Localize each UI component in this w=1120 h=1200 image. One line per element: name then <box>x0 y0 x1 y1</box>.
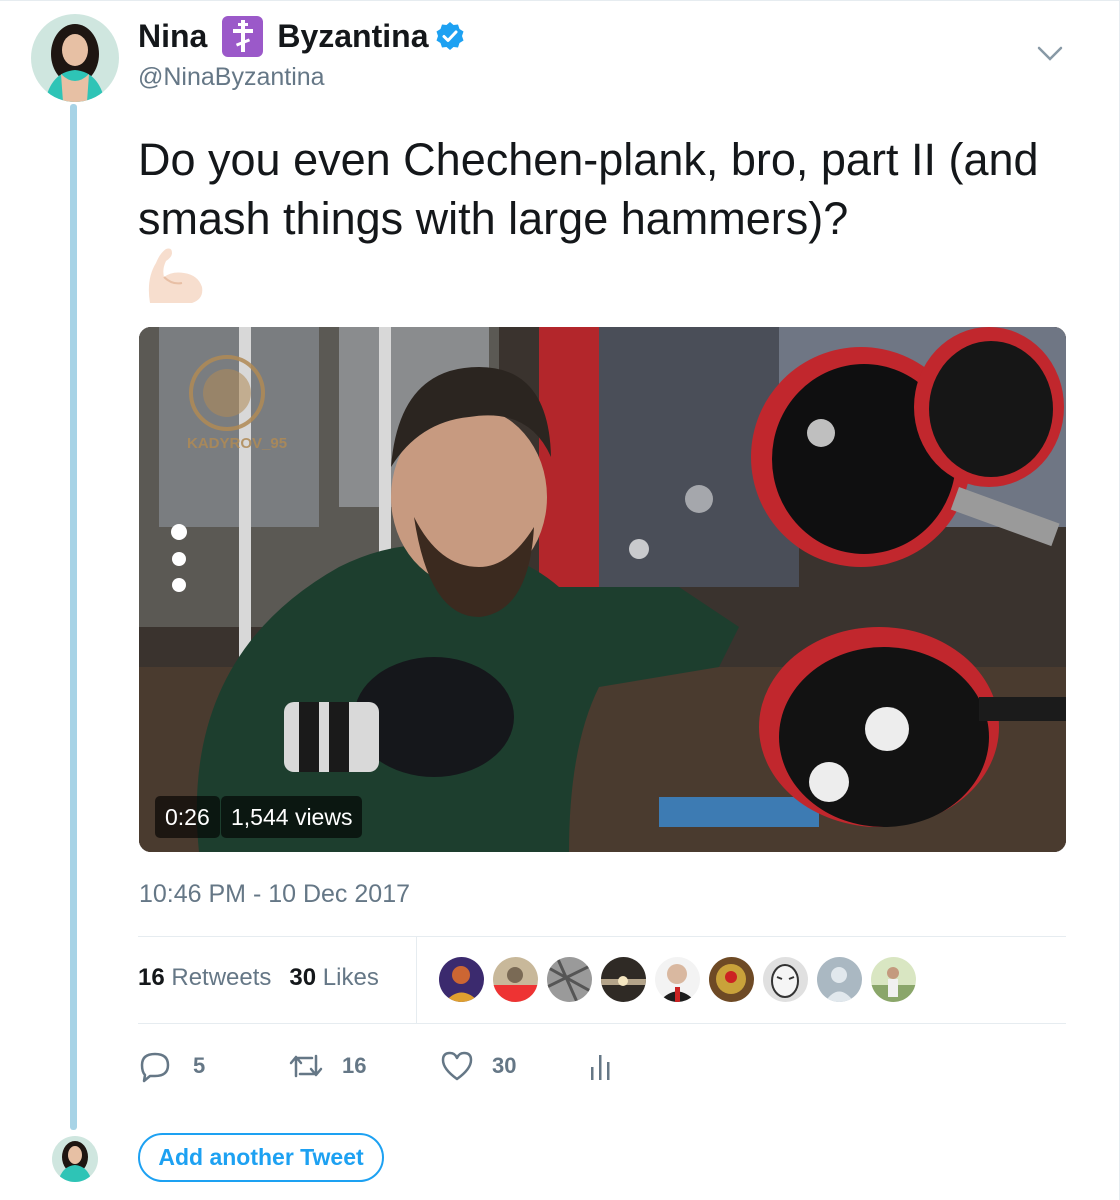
author-name-row[interactable]: Nina Byzantina <box>138 15 465 57</box>
video-view-count: 1,544 views <box>221 796 363 838</box>
video-frame <box>139 327 1066 852</box>
liker-avatar[interactable] <box>709 957 754 1002</box>
video-watermark: KADYROV_95 <box>187 435 288 452</box>
author-first-name[interactable]: Nina <box>138 18 207 55</box>
video-player[interactable]: KADYROV_95 <box>139 327 1066 852</box>
chevron-down-icon[interactable] <box>1036 44 1064 64</box>
stats-divider <box>416 936 417 1023</box>
thread-connector-line <box>70 104 77 1130</box>
divider <box>138 1023 1066 1024</box>
retweets-count: 16 <box>138 964 165 991</box>
current-user-avatar <box>52 1136 98 1182</box>
add-another-tweet-button[interactable]: Add another Tweet <box>138 1133 384 1182</box>
verified-badge-icon <box>435 21 465 51</box>
tweet-timestamp[interactable]: 10:46 PM - 10 Dec 2017 <box>139 880 410 909</box>
reply-icon <box>140 1052 170 1083</box>
retweets-stat[interactable]: 16 Retweets <box>138 964 271 992</box>
liker-avatars <box>439 957 916 1002</box>
liker-avatar[interactable] <box>601 957 646 1002</box>
author-last-name[interactable]: Byzantina <box>277 18 428 55</box>
liker-avatar[interactable] <box>439 957 484 1002</box>
orthodox-cross-icon <box>222 15 264 57</box>
tweet-stats: 16 Retweets 30 Likes <box>138 964 379 992</box>
author-avatar[interactable] <box>31 14 119 102</box>
author-handle[interactable]: @NinaByzantina <box>138 63 465 92</box>
reply-button[interactable]: 5 <box>138 1046 205 1086</box>
retweet-icon <box>289 1054 323 1078</box>
divider <box>138 936 1066 937</box>
likes-label: Likes <box>322 964 379 991</box>
liker-avatar[interactable] <box>547 957 592 1002</box>
like-count: 30 <box>492 1053 517 1078</box>
liker-avatar[interactable] <box>493 957 538 1002</box>
analytics-button[interactable] <box>588 1046 614 1086</box>
default-profile-icon[interactable] <box>817 957 862 1002</box>
liker-avatar[interactable] <box>763 957 808 1002</box>
retweet-button[interactable]: 16 <box>288 1046 366 1086</box>
liker-avatar[interactable] <box>655 957 700 1002</box>
flexed-biceps-icon <box>142 243 206 307</box>
tweet-text: Do you even Chechen-plank, bro, part II … <box>138 134 1039 244</box>
video-duration: 0:26 <box>155 796 220 838</box>
liker-avatar[interactable] <box>871 957 916 1002</box>
analytics-icon <box>591 1055 610 1080</box>
like-button[interactable]: 30 <box>440 1046 516 1086</box>
retweet-count: 16 <box>342 1053 367 1078</box>
reply-count: 5 <box>193 1053 206 1078</box>
tweet-header: Nina Byzantina @NinaByzantina <box>138 15 465 92</box>
top-border <box>0 0 1120 1</box>
likes-count: 30 <box>289 964 317 991</box>
heart-icon <box>441 1051 473 1081</box>
retweets-label: Retweets <box>171 964 272 991</box>
likes-stat[interactable]: 30 Likes <box>289 964 378 992</box>
